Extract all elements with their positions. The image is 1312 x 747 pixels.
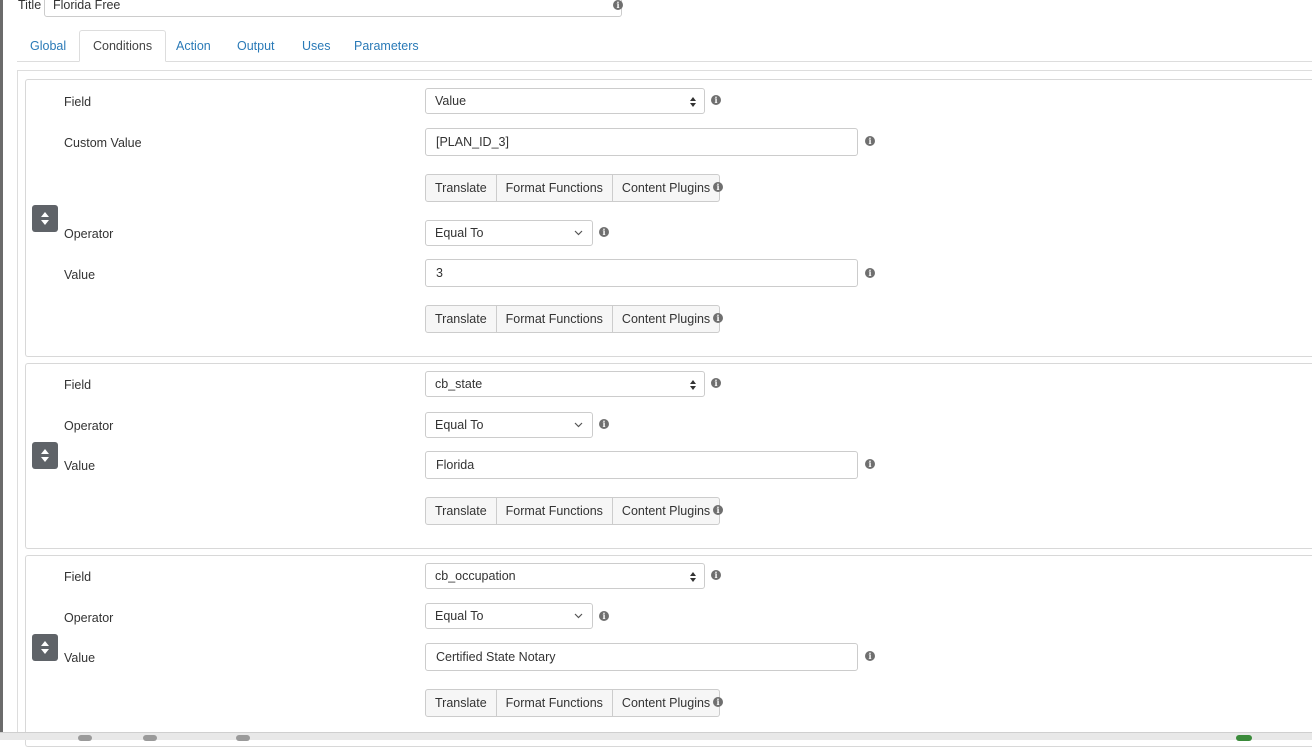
field-label: Field [64,378,92,392]
format-functions-button[interactable]: Format Functions [496,174,613,202]
chevron-down-icon [574,422,583,428]
translate-button[interactable]: Translate [425,174,497,202]
info-icon[interactable]: i [713,313,723,323]
info-icon[interactable]: i [599,419,609,429]
field-select[interactable]: cb_occupation [425,563,705,589]
operator-select-value: Equal To [435,609,484,623]
info-icon[interactable]: i [613,0,623,10]
content-plugins-button[interactable]: Content Plugins [612,497,721,525]
sort-arrows-icon [41,212,49,225]
operator-select[interactable]: Equal To [425,220,593,246]
field-select[interactable]: Value [425,88,705,114]
info-icon[interactable]: i [711,570,721,580]
custom-value-input[interactable]: [PLAN_ID_3] [425,128,858,156]
format-functions-button[interactable]: Format Functions [496,305,613,333]
chevron-down-icon [574,613,583,619]
tab-global[interactable]: Global [17,31,79,61]
tab-bar: Global Conditions Action Output Uses Par… [17,30,1312,62]
operator-label: Operator [64,419,114,433]
format-functions-button[interactable]: Format Functions [496,497,613,525]
operator-select-value: Equal To [435,226,484,240]
format-functions-button[interactable]: Format Functions [496,689,613,717]
translate-button[interactable]: Translate [425,497,497,525]
tab-output[interactable]: Output [224,31,288,61]
operator-select[interactable]: Equal To [425,603,593,629]
operator-label: Operator [64,227,114,241]
info-icon[interactable]: i [713,697,723,707]
value-tools: Translate Format Functions Content Plugi… [425,689,721,717]
tab-action[interactable]: Action [163,31,224,61]
info-icon[interactable]: i [711,95,721,105]
value-label: Value [64,651,96,665]
custom-value-tools: Translate Format Functions Content Plugi… [425,174,721,202]
operator-select-value: Equal To [435,418,484,432]
tab-conditions[interactable]: Conditions [79,30,167,62]
sort-arrows-icon [690,380,696,390]
sort-arrows-icon [690,572,696,582]
field-select-value: cb_occupation [435,569,516,583]
content-plugins-button[interactable]: Content Plugins [612,174,721,202]
custom-value-label: Custom Value [64,136,142,150]
translate-button[interactable]: Translate [425,305,497,333]
sort-arrows-icon [690,97,696,107]
info-icon[interactable]: i [599,611,609,621]
field-select-value: Value [435,94,467,108]
value-tools: Translate Format Functions Content Plugi… [425,305,721,333]
info-icon[interactable]: i [865,651,875,661]
title-label: Title [18,0,42,12]
value-tools: Translate Format Functions Content Plugi… [425,497,721,525]
status-indicator [236,735,250,741]
title-input[interactable]: Florida Free [44,0,622,17]
sort-arrows-icon [41,449,49,462]
content-plugins-button[interactable]: Content Plugins [612,305,721,333]
field-label: Field [64,570,92,584]
field-select-value: cb_state [435,377,483,391]
status-indicator [143,735,157,741]
content-plugins-button[interactable]: Content Plugins [612,689,721,717]
info-icon[interactable]: i [865,459,875,469]
value-input[interactable]: 3 [425,259,858,287]
info-icon[interactable]: i [865,268,875,278]
tab-parameters[interactable]: Parameters [341,31,432,61]
tab-uses[interactable]: Uses [289,31,343,61]
status-indicator [78,735,92,741]
info-icon[interactable]: i [599,227,609,237]
status-indicator [1236,735,1252,741]
chevron-down-icon [574,230,583,236]
field-select[interactable]: cb_state [425,371,705,397]
value-input[interactable]: Certified State Notary [425,643,858,671]
field-label: Field [64,95,92,109]
drag-handle[interactable] [32,205,58,232]
info-icon[interactable]: i [711,378,721,388]
operator-label: Operator [64,611,114,625]
sort-arrows-icon [41,641,49,654]
translate-button[interactable]: Translate [425,689,497,717]
drag-handle[interactable] [32,442,58,469]
operator-select[interactable]: Equal To [425,412,593,438]
info-icon[interactable]: i [865,136,875,146]
window-edge [0,0,3,739]
info-icon[interactable]: i [713,505,723,515]
value-label: Value [64,268,96,282]
info-icon[interactable]: i [713,182,723,192]
drag-handle[interactable] [32,634,58,661]
value-input[interactable]: Florida [425,451,858,479]
value-label: Value [64,459,96,473]
